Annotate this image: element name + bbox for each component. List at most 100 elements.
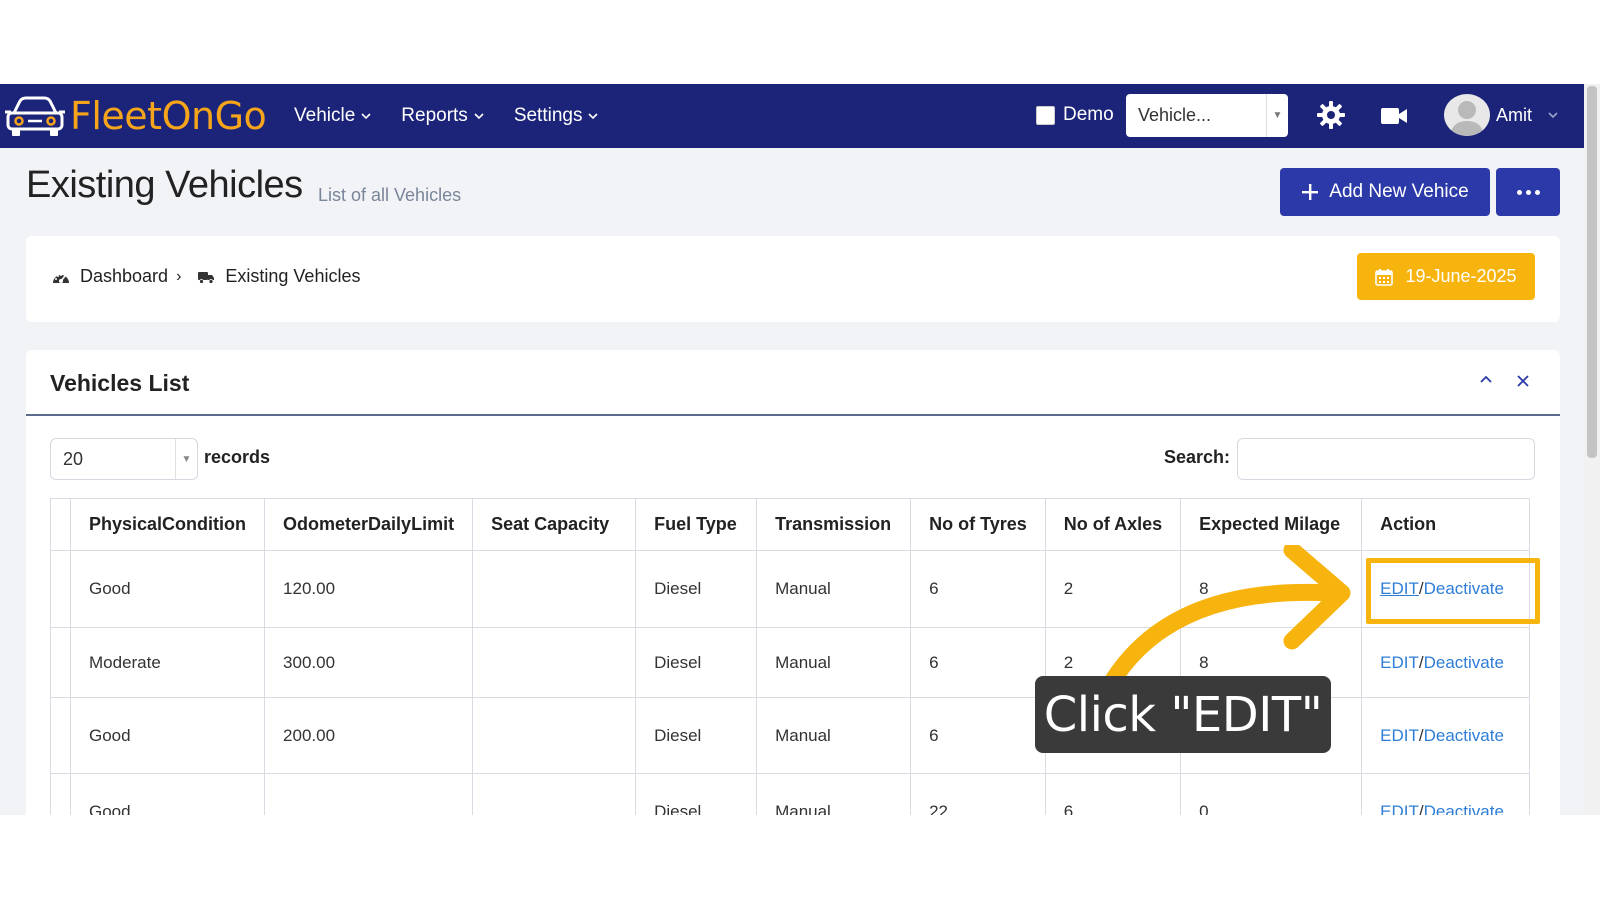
screenshot-stage: FleetOnGo Vehicle Reports Settings Demo … xyxy=(0,0,1600,900)
scrollbar-thumb[interactable] xyxy=(1587,86,1597,458)
edit-link[interactable]: EDIT xyxy=(1380,653,1419,672)
records-label: records xyxy=(204,447,271,467)
add-new-vehicle-label: Add New Vehice xyxy=(1329,181,1469,202)
menu-vehicle-label: Vehicle xyxy=(294,105,356,126)
date-label: 19-June-2025 xyxy=(1405,266,1517,286)
main-menu: Vehicle Reports Settings xyxy=(294,84,599,148)
cell-no-of-tyres: 6 xyxy=(910,627,1046,698)
caret-down-icon: ▼ xyxy=(175,439,197,479)
vehicle-select-value: Vehicle... xyxy=(1138,105,1212,125)
add-new-vehicle-button[interactable]: Add New Vehice xyxy=(1280,168,1490,216)
top-margin xyxy=(0,0,1600,84)
menu-settings[interactable]: Settings xyxy=(514,105,599,127)
cell-transmission: Manual xyxy=(756,627,912,698)
gear-icon[interactable] xyxy=(1316,100,1346,130)
cell-no-of-tyres: 22 xyxy=(910,773,1046,815)
cell-action: EDIT/Deactivate xyxy=(1361,627,1531,698)
column-header-action: Action xyxy=(1361,498,1531,551)
date-button[interactable]: 19-June-2025 xyxy=(1357,253,1535,300)
row-stub xyxy=(50,550,71,628)
chevron-down-icon xyxy=(588,113,599,120)
chevron-down-icon xyxy=(1548,112,1558,119)
demo-checkbox[interactable] xyxy=(1036,105,1055,125)
cell-no-of-tyres: 6 xyxy=(910,697,1046,774)
demo-label: Demo xyxy=(1063,104,1114,125)
vehicle-select[interactable]: Vehicle... ▼ xyxy=(1126,94,1288,137)
cell-fuel-type: Diesel xyxy=(635,773,758,815)
column-header-no-of-axles[interactable]: No of Axles xyxy=(1044,498,1182,551)
deactivate-link[interactable]: Deactivate xyxy=(1424,653,1504,672)
calendar-icon xyxy=(1375,268,1394,286)
cell-seat-capacity xyxy=(472,550,637,628)
column-header-odometer-daily-limit[interactable]: OdometerDailyLimit xyxy=(264,498,474,551)
row-stub xyxy=(50,697,71,774)
video-camera-icon[interactable] xyxy=(1380,104,1408,128)
more-options-button[interactable] xyxy=(1496,168,1560,216)
brand-logo[interactable]: FleetOnGo xyxy=(4,92,267,140)
bottom-margin xyxy=(0,815,1600,900)
plus-icon xyxy=(1302,184,1319,200)
demo-toggle: Demo xyxy=(1036,104,1114,126)
column-header-no-of-tyres[interactable]: No of Tyres xyxy=(910,498,1046,551)
cell-seat-capacity xyxy=(472,627,637,698)
breadcrumb-dashboard[interactable]: Dashboard xyxy=(80,266,168,287)
user-silhouette-icon xyxy=(1450,101,1484,136)
brand-name: FleetOnGo xyxy=(70,94,267,138)
cell-odometer-daily-limit: 200.00 xyxy=(264,697,474,774)
column-header-physical-condition[interactable]: PhysicalCondition xyxy=(69,498,266,551)
ellipsis-icon xyxy=(1516,189,1540,195)
menu-reports-label: Reports xyxy=(401,105,468,126)
breadcrumb-existing-vehicles: Existing Vehicles xyxy=(225,266,361,286)
menu-settings-label: Settings xyxy=(513,105,583,126)
records-per-page-select[interactable]: 20 ▼ xyxy=(50,438,198,480)
records-per-page-value: 20 xyxy=(63,448,84,469)
edit-link[interactable]: EDIT xyxy=(1380,802,1419,816)
table-row: Good Diesel Manual 22 6 0 EDIT/Deactivat… xyxy=(50,773,1531,816)
cell-physical-condition: Good xyxy=(69,697,266,774)
column-header-transmission[interactable]: Transmission xyxy=(756,498,912,551)
table-header-row: PhysicalCondition OdometerDailyLimit Sea… xyxy=(50,498,1531,551)
edit-highlight-box xyxy=(1366,558,1540,624)
user-name: Amit xyxy=(1496,104,1532,125)
column-header-fuel-type[interactable]: Fuel Type xyxy=(635,498,758,551)
search-input[interactable] xyxy=(1237,438,1535,480)
chevron-down-icon xyxy=(361,113,371,120)
cell-transmission: Manual xyxy=(756,773,912,815)
close-icon[interactable] xyxy=(1516,374,1530,388)
cell-action: EDIT/Deactivate xyxy=(1361,773,1531,816)
cell-physical-condition: Good xyxy=(69,550,266,628)
cell-transmission: Manual xyxy=(756,550,912,628)
cell-no-of-tyres: 6 xyxy=(910,550,1046,628)
menu-vehicle[interactable]: Vehicle xyxy=(294,105,371,127)
column-header-seat-capacity[interactable]: Seat Capacity xyxy=(472,498,637,551)
user-menu[interactable]: Amit xyxy=(1444,94,1558,136)
cell-physical-condition: Good xyxy=(69,773,266,815)
cell-seat-capacity xyxy=(472,773,637,815)
page-subtitle: List of all Vehicles xyxy=(318,185,462,205)
edit-link[interactable]: EDIT xyxy=(1380,726,1419,745)
cell-transmission: Manual xyxy=(756,697,912,774)
search-label: Search: xyxy=(1164,447,1231,467)
deactivate-link[interactable]: Deactivate xyxy=(1424,802,1504,816)
car-logo-icon xyxy=(5,96,65,136)
column-header-expected-milage[interactable]: Expected Milage xyxy=(1180,498,1363,551)
menu-reports[interactable]: Reports xyxy=(401,105,484,127)
dashboard-icon xyxy=(53,273,69,283)
cell-fuel-type: Diesel xyxy=(635,550,758,628)
top-navbar: FleetOnGo Vehicle Reports Settings Demo … xyxy=(0,84,1584,148)
cell-odometer-daily-limit xyxy=(264,773,474,815)
breadcrumb-separator-icon: › xyxy=(176,267,182,285)
instruction-callout: Click "EDIT" xyxy=(1035,676,1331,753)
page-scrollbar[interactable] xyxy=(1584,84,1600,815)
page-title: Existing Vehicles xyxy=(26,164,303,206)
deactivate-link[interactable]: Deactivate xyxy=(1424,726,1504,745)
cell-expected-milage: 0 xyxy=(1180,773,1363,815)
cell-odometer-daily-limit: 120.00 xyxy=(264,550,474,628)
avatar xyxy=(1444,94,1490,136)
chevron-up-icon[interactable] xyxy=(1478,372,1494,388)
cell-physical-condition: Moderate xyxy=(69,627,266,698)
cell-fuel-type: Diesel xyxy=(635,697,758,774)
vehicles-list-header: Vehicles List xyxy=(26,350,1560,416)
truck-icon xyxy=(198,271,215,284)
cell-seat-capacity xyxy=(472,697,637,774)
